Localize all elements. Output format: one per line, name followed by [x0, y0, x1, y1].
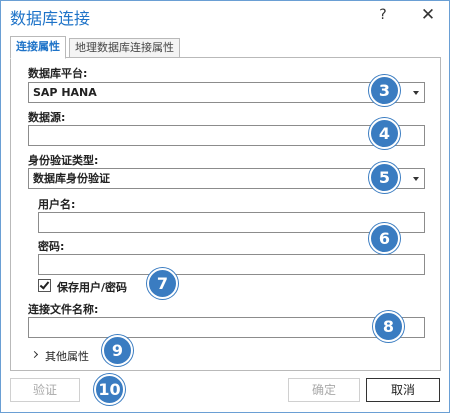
- callout-badge-9: 9: [102, 335, 133, 366]
- platform-label: 数据库平台:: [28, 67, 88, 80]
- platform-value: SAP HANA: [33, 86, 97, 99]
- help-button[interactable]: ?: [375, 5, 391, 25]
- check-icon: [39, 279, 50, 290]
- other-properties-expander[interactable]: 其他属性: [45, 348, 89, 364]
- auth-type-value: 数据库身份验证: [33, 172, 110, 185]
- datasource-label: 数据源:: [28, 111, 66, 124]
- close-button[interactable]: ✕: [418, 5, 438, 25]
- dialog-title: 数据库连接: [10, 9, 91, 28]
- callout-badge-6: 6: [369, 223, 400, 254]
- callout-badge-10: 10: [94, 374, 125, 405]
- validate-button[interactable]: 验证: [10, 378, 80, 402]
- cancel-button[interactable]: 取消: [366, 378, 440, 402]
- datasource-input[interactable]: [28, 125, 425, 146]
- auth-type-select[interactable]: 数据库身份验证: [28, 168, 425, 189]
- ok-button[interactable]: 确定: [288, 378, 360, 402]
- tab-connection-properties[interactable]: 连接属性: [10, 36, 66, 59]
- callout-badge-7: 7: [147, 268, 178, 299]
- username-input[interactable]: [38, 212, 425, 233]
- callout-badge-4: 4: [369, 118, 400, 149]
- tab-strip: 连接属性 地理数据库连接属性: [10, 36, 440, 59]
- save-credentials-checkbox[interactable]: [38, 279, 51, 292]
- chevron-down-icon: [413, 91, 419, 95]
- save-credentials-label[interactable]: 保存用户/密码: [57, 279, 127, 295]
- callout-badge-8: 8: [373, 311, 404, 342]
- connection-properties-panel: 数据库平台: SAP HANA 3 数据源: 4 身份验证类型: 数据库身份验证…: [10, 57, 441, 371]
- callout-badge-3: 3: [369, 75, 400, 106]
- auth-type-label: 身份验证类型:: [28, 154, 99, 167]
- filename-label: 连接文件名称:: [28, 303, 99, 316]
- password-label: 密码:: [38, 240, 65, 253]
- tab-geodatabase-connection-properties[interactable]: 地理数据库连接属性: [69, 38, 180, 58]
- password-input[interactable]: [38, 254, 425, 275]
- chevron-right-icon[interactable]: [30, 350, 39, 359]
- filename-input[interactable]: [28, 317, 425, 338]
- callout-badge-5: 5: [369, 162, 400, 193]
- chevron-down-icon: [413, 177, 419, 181]
- database-connection-dialog: 数据库连接 ? ✕ 连接属性 地理数据库连接属性 数据库平台: SAP HANA…: [0, 0, 450, 413]
- platform-select[interactable]: SAP HANA: [28, 82, 425, 103]
- username-label: 用户名:: [38, 198, 76, 211]
